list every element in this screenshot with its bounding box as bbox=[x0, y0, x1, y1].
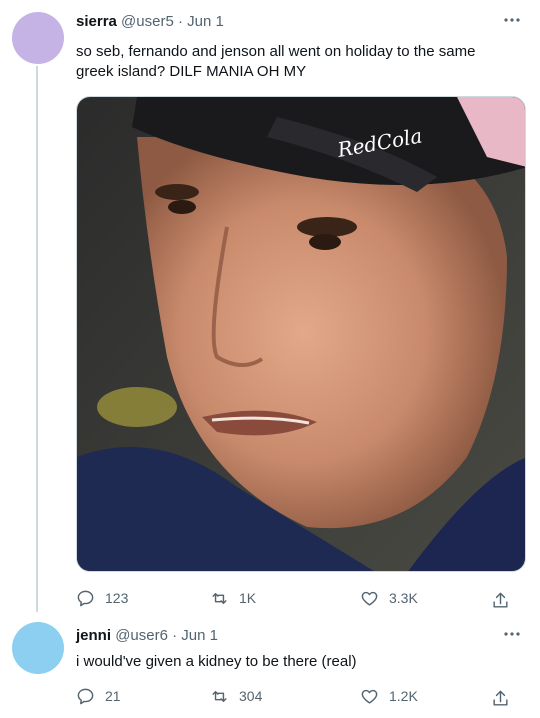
like-button[interactable]: 1.2K bbox=[360, 684, 418, 708]
tweet-text: i would've given a kidney to be there (r… bbox=[76, 653, 357, 670]
like-count: 3.3K bbox=[389, 590, 418, 606]
retweet-button[interactable]: 304 bbox=[210, 684, 262, 708]
more-dots-icon[interactable] bbox=[502, 10, 522, 30]
reply-button[interactable]: 123 bbox=[76, 586, 128, 610]
speech-bubble-icon bbox=[77, 688, 94, 704]
reply-button[interactable]: 21 bbox=[76, 684, 121, 708]
more-dots-icon[interactable] bbox=[502, 624, 522, 644]
heart-icon bbox=[361, 689, 378, 704]
retweet-count: 1K bbox=[239, 590, 257, 606]
separator: · bbox=[177, 13, 183, 30]
reply-count: 123 bbox=[105, 590, 129, 606]
like-button[interactable]: 3.3K bbox=[360, 586, 418, 610]
speech-bubble-icon bbox=[77, 590, 94, 606]
tweet-text: so seb, fernando and jenson all went on … bbox=[76, 43, 476, 80]
avatar[interactable] bbox=[12, 622, 64, 674]
avatar[interactable] bbox=[12, 12, 64, 64]
user-handle[interactable]: @user5 bbox=[121, 13, 174, 30]
tweet-date[interactable]: Jun 1 bbox=[181, 627, 218, 644]
reply-count: 21 bbox=[105, 688, 121, 704]
tweet-actions-bar: 123 1K 3.3K bbox=[76, 586, 526, 610]
share-upload-icon bbox=[493, 592, 508, 608]
tweet-media-photo[interactable]: RedCola bbox=[76, 96, 526, 572]
tweet-date[interactable]: Jun 1 bbox=[187, 13, 224, 30]
display-name[interactable]: sierra bbox=[76, 13, 117, 30]
retweet-arrows-icon bbox=[212, 592, 227, 604]
retweet-button[interactable]: 1K bbox=[210, 586, 256, 610]
display-name[interactable]: jenni bbox=[76, 627, 111, 644]
thread-connector-line bbox=[36, 66, 38, 612]
like-count: 1.2K bbox=[389, 688, 418, 704]
share-button[interactable] bbox=[491, 588, 520, 612]
retweet-count: 304 bbox=[239, 688, 263, 704]
share-button[interactable] bbox=[491, 686, 520, 710]
share-upload-icon bbox=[493, 690, 508, 706]
heart-icon bbox=[361, 591, 378, 606]
tweet-header: jenni @user6 · Jun 1 bbox=[76, 626, 218, 646]
tweet-header: sierra @user5 · Jun 1 bbox=[76, 12, 224, 32]
tweet-actions-bar: 21 304 1.2K bbox=[76, 684, 526, 708]
man-in-cap-photo: RedCola bbox=[77, 97, 525, 571]
separator: · bbox=[172, 627, 178, 644]
retweet-arrows-icon bbox=[212, 690, 227, 702]
user-handle[interactable]: @user6 bbox=[115, 627, 168, 644]
